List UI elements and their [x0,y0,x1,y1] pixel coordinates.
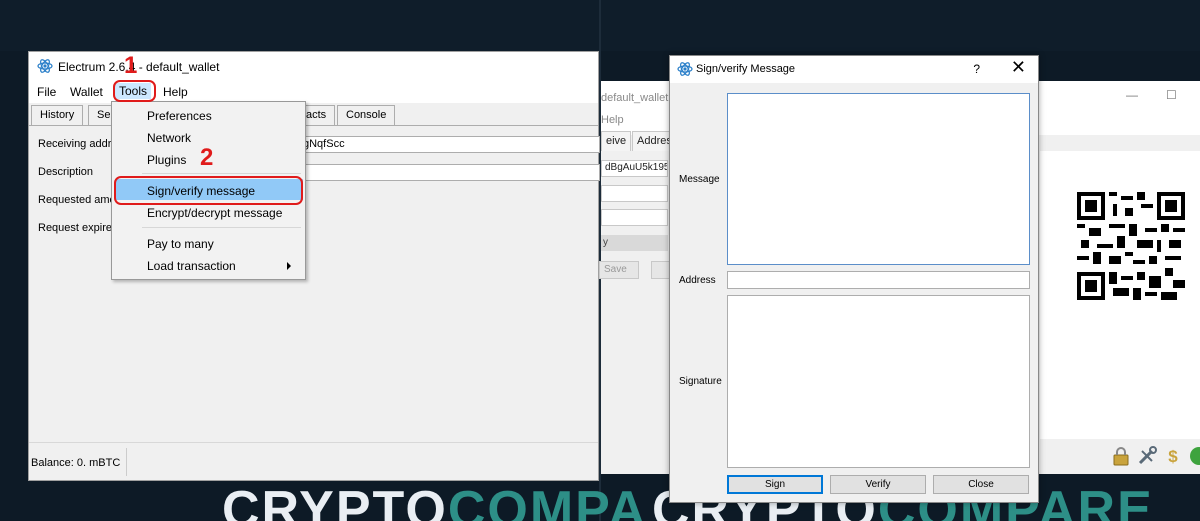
menu-separator [142,173,301,174]
sign-verify-dialog: Sign/verify Message ? ✕ Message Address … [669,55,1039,503]
annotation-ring-tools [113,80,156,102]
requested-amount-label: Requested amo [38,194,116,206]
status-ok-icon[interactable] [1188,445,1200,467]
menu-wallet[interactable]: Wallet [70,85,103,99]
svg-text:$: $ [1168,447,1178,466]
menu-item-plugins[interactable]: Plugins [147,153,186,167]
message-textarea[interactable] [727,93,1030,265]
window-title: Electrum 2.6.4 - default_wallet [58,60,220,74]
annotation-ring-sign-verify [114,176,303,205]
status-bar: Balance: 0. mBTC [29,442,598,480]
menu-help[interactable]: Help [163,85,188,99]
tab-history[interactable]: History [31,105,84,125]
receiving-address-label: Receiving addre [38,138,118,150]
address-label: Address [679,275,716,286]
menu-item-pay-to-many[interactable]: Pay to many [147,237,214,251]
help-icon[interactable]: ? [973,62,980,76]
tools-icon[interactable] [1136,445,1158,467]
annotation-step-1: 1 [124,52,138,79]
menu-item-load-transaction[interactable]: Load transaction [147,259,236,273]
background-menu-help: Help [601,114,624,126]
background-field-2[interactable] [601,185,668,202]
lock-icon[interactable] [1110,445,1132,467]
dollar-icon[interactable]: $ [1162,445,1184,467]
signature-label: Signature [679,376,722,387]
signature-textarea[interactable] [727,295,1030,468]
description-label: Description [38,166,94,178]
background-address-field[interactable]: dBgAuU5k195w [601,160,668,177]
dialog-title: Sign/verify Message [696,63,796,75]
background-strip: y [601,235,668,251]
description-field[interactable] [299,164,600,181]
address-input[interactable] [727,271,1030,289]
annotation-step-2: 2 [200,144,214,171]
close-button[interactable]: Close [933,475,1029,494]
close-icon[interactable]: ✕ [1011,58,1026,76]
menu-item-encrypt-decrypt[interactable]: Encrypt/decrypt message [147,206,282,220]
balance-text: Balance: 0. mBTC [31,457,121,469]
background-field-3[interactable] [601,209,668,226]
menu-file[interactable]: File [37,85,56,99]
qr-code-icon [1077,192,1185,300]
electrum-atom-icon [677,62,693,76]
window-titlebar: Electrum 2.6.4 - default_wallet [29,52,598,81]
menu-item-preferences[interactable]: Preferences [147,109,212,123]
electrum-atom-icon [37,59,53,73]
verify-button[interactable]: Verify [830,475,926,494]
tab-console[interactable]: Console [337,105,396,125]
maximize-icon[interactable]: ☐ [1166,88,1177,102]
submenu-arrow-icon [287,262,291,270]
dialog-titlebar: Sign/verify Message ? ✕ [670,56,1038,83]
receiving-address-field[interactable]: gNqfScc [299,136,600,153]
message-label: Message [679,174,720,185]
watermark-left: CRYPTOCOMPA [222,481,648,521]
background-save-button[interactable]: Save [599,261,639,279]
menu-item-network[interactable]: Network [147,131,191,145]
request-expires-label: Request expire [38,222,112,234]
background-button-2[interactable] [651,261,671,279]
sign-button[interactable]: Sign [727,475,823,494]
menu-separator [142,227,301,228]
background-tab-receive[interactable]: eive [601,131,632,151]
status-separator [126,448,127,476]
minimize-icon[interactable]: — [1126,88,1138,102]
background-window-title: default_wallet [601,92,669,104]
